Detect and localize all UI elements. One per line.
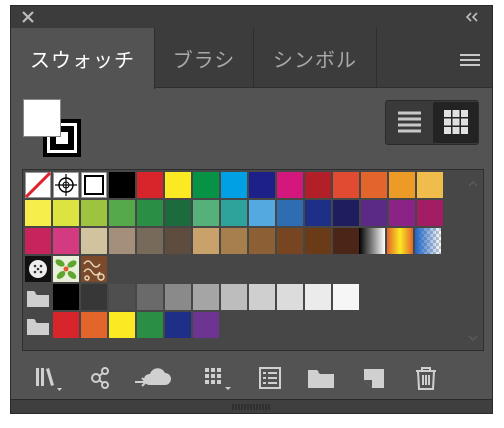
fill-swatch[interactable] [23,99,61,137]
pattern-swatch-swirls[interactable] [81,256,107,282]
color-swatch[interactable] [333,200,359,226]
gripper-icon [232,404,270,410]
color-swatch[interactable] [277,172,303,198]
scrollbar[interactable] [465,172,481,348]
color-swatch[interactable] [333,284,359,310]
color-swatch[interactable] [249,228,275,254]
color-swatch[interactable] [361,172,387,198]
none-swatch[interactable] [25,172,51,198]
swatch-grid [22,169,484,351]
color-swatch[interactable] [165,312,191,338]
list-view-icon[interactable] [387,102,432,143]
color-swatch[interactable] [165,228,191,254]
share-icon[interactable] [87,363,115,393]
panel-title-bar[interactable] [11,6,492,28]
add-to-library-icon[interactable] [133,363,173,393]
color-swatch[interactable] [109,172,135,198]
color-swatch[interactable] [277,228,303,254]
color-swatch[interactable] [305,172,331,198]
tab-brushes[interactable]: ブラシ [155,28,254,88]
color-swatch[interactable] [389,200,415,226]
color-swatch[interactable] [221,284,247,310]
view-toggle [385,100,479,145]
color-swatch[interactable] [109,200,135,226]
color-swatch[interactable] [221,228,247,254]
resize-gripper[interactable] [11,399,492,413]
color-swatch[interactable] [193,228,219,254]
gradient-swatch-orange[interactable] [387,228,413,254]
double-chevron-left-icon[interactable] [462,9,482,25]
color-swatch[interactable] [109,228,135,254]
swatch-options-icon[interactable] [255,363,285,393]
color-swatch[interactable] [249,200,275,226]
color-swatch[interactable] [389,172,415,198]
color-swatch[interactable] [53,284,79,310]
new-swatch-icon[interactable] [359,363,389,393]
color-swatch[interactable] [305,228,331,254]
color-swatch[interactable] [137,284,163,310]
folder-icon[interactable] [25,284,51,310]
color-swatch[interactable] [305,284,331,310]
color-swatch[interactable] [25,228,51,254]
color-swatch[interactable] [417,200,443,226]
color-swatch[interactable] [137,200,163,226]
close-icon[interactable] [20,9,36,25]
swatch-library-icon[interactable] [33,363,65,393]
folder-icon[interactable] [25,312,51,338]
color-swatch[interactable] [333,172,359,198]
swatch-kind-icon[interactable] [203,363,237,393]
color-swatch[interactable] [417,172,443,198]
tab-symbols[interactable]: シンボル [254,28,377,88]
color-swatch[interactable] [53,200,79,226]
white-swatch[interactable] [81,172,107,198]
new-color-group-icon[interactable] [305,363,337,393]
color-swatch[interactable] [165,284,191,310]
tab-bar: スウォッチ ブラシ シンボル [11,28,492,89]
color-swatch[interactable] [361,200,387,226]
color-swatch[interactable] [165,172,191,198]
color-swatch[interactable] [165,200,191,226]
color-swatch[interactable] [81,200,107,226]
grid-view-icon[interactable] [433,102,478,143]
color-swatch[interactable] [137,228,163,254]
color-swatch[interactable] [221,172,247,198]
color-swatch[interactable] [193,312,219,338]
color-swatch[interactable] [277,200,303,226]
color-swatch[interactable] [81,284,107,310]
color-swatch[interactable] [137,312,163,338]
color-swatch[interactable] [53,228,79,254]
delete-swatch-icon[interactable] [411,363,441,393]
color-swatch[interactable] [81,312,107,338]
gradient-swatch-bw[interactable] [359,228,385,254]
registration-swatch[interactable] [53,172,79,198]
color-swatch[interactable] [53,312,79,338]
pattern-swatch-leaves[interactable] [53,256,79,282]
color-swatch[interactable] [193,172,219,198]
color-swatch[interactable] [109,284,135,310]
color-swatch[interactable] [221,200,247,226]
color-swatch[interactable] [137,172,163,198]
fill-stroke-selector[interactable] [23,99,85,161]
color-swatch[interactable] [193,200,219,226]
color-swatch[interactable] [277,284,303,310]
color-swatch[interactable] [193,284,219,310]
gradient-swatch-blue-transparent[interactable] [415,228,441,254]
pattern-swatch-dots[interactable] [25,256,51,282]
color-swatch[interactable] [249,172,275,198]
color-swatch[interactable] [25,200,51,226]
color-swatch[interactable] [249,284,275,310]
color-swatch[interactable] [109,312,135,338]
tab-swatches[interactable]: スウォッチ [11,28,155,89]
swatches-panel: スウォッチ ブラシ シンボル [10,5,493,414]
color-swatch[interactable] [81,228,107,254]
color-swatch[interactable] [305,200,331,226]
bottom-toolbar [11,363,492,399]
hamburger-menu-icon[interactable] [458,52,482,68]
color-swatch[interactable] [333,228,359,254]
